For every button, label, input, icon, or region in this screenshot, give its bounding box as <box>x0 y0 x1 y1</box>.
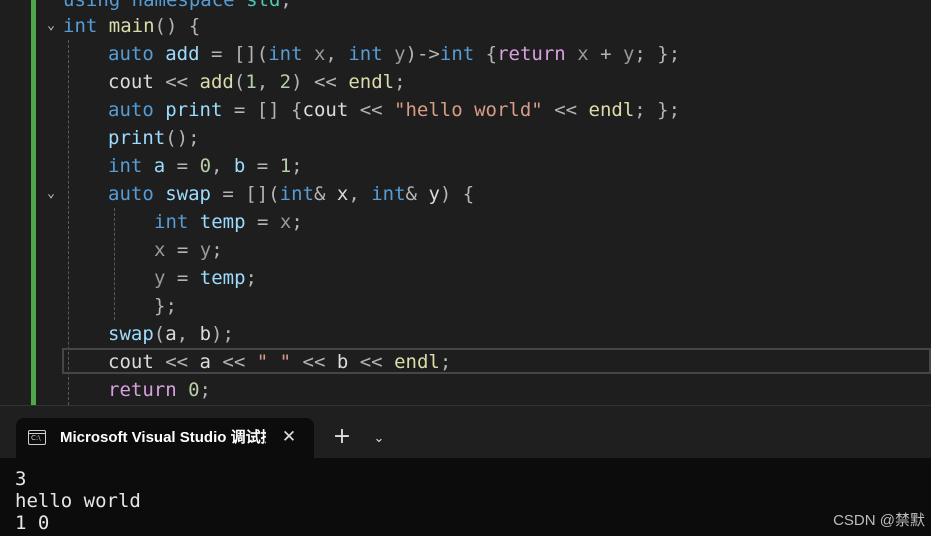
code-line: swap(a, b); <box>108 323 234 345</box>
close-icon[interactable]: ✕ <box>278 426 300 448</box>
code-line: auto print = [] {cout << "hello world" <… <box>108 99 681 121</box>
code-line: x = y; <box>154 239 223 261</box>
code-line: cout << a << " " << b << endl; <box>108 351 452 373</box>
code-line: y = temp; <box>154 267 257 289</box>
debug-console-window[interactable]: C:\ Microsoft Visual Studio 调试控制台 ✕ + ⌄ … <box>0 405 931 536</box>
code-line: int a = 0, b = 1; <box>108 155 303 177</box>
code-line: cout << add(1, 2) << endl; <box>108 71 406 93</box>
console-output-line: hello world <box>15 490 141 512</box>
code-line: print(); <box>108 127 200 149</box>
code-line: return 0; <box>108 379 211 401</box>
terminal-tab[interactable]: C:\ Microsoft Visual Studio 调试控制台 ✕ <box>16 418 314 462</box>
watermark: CSDN @禁默 <box>833 512 925 529</box>
fold-chevron-down-icon[interactable]: ⌄ <box>44 187 58 201</box>
code-line: int temp = x; <box>154 211 303 233</box>
change-tracking-bar <box>31 0 36 410</box>
code-line: }; <box>154 295 177 317</box>
new-tab-plus-icon[interactable]: + <box>330 426 354 450</box>
indent-guide <box>114 208 115 320</box>
chevron-down-icon[interactable]: ⌄ <box>368 428 390 450</box>
fold-chevron-down-icon[interactable]: ⌄ <box>44 19 58 33</box>
terminal-tab-strip: C:\ Microsoft Visual Studio 调试控制台 ✕ + ⌄ <box>0 405 931 462</box>
code-line: int main() { <box>63 15 201 37</box>
code-editor[interactable]: ⌄ ⌄ using namespace std; int main() { au… <box>0 0 931 410</box>
code-line: auto swap = [](int& x, int& y) { <box>108 183 475 205</box>
console-output-line: 1 0 <box>15 512 50 534</box>
console-icon: C:\ <box>28 430 46 445</box>
console-output-line: 3 <box>15 468 27 490</box>
tab-title: Microsoft Visual Studio 调试控制台 <box>60 429 266 446</box>
code-line: auto add = [](int x, int y)->int {return… <box>108 43 681 65</box>
